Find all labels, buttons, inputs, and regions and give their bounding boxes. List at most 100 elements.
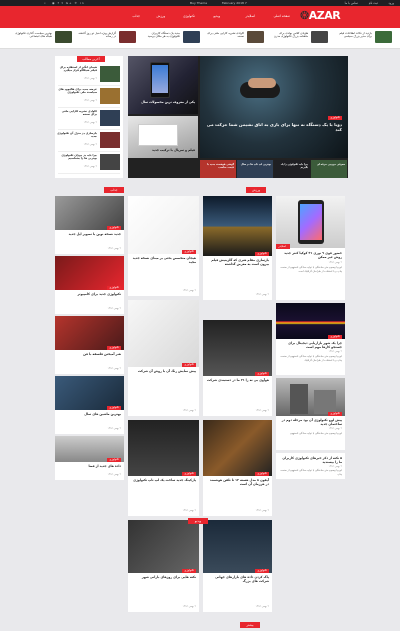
nav-technology[interactable]: تکنولوژی bbox=[183, 14, 195, 18]
article-date: ۲ بهمن ۱۳۹۶ bbox=[255, 409, 269, 412]
more-button[interactable]: بیشتر bbox=[240, 622, 260, 628]
hero-side-image-top[interactable]: یکی از معروف ترین محصولات سال bbox=[128, 56, 198, 114]
col-center-article[interactable]: تکنولوژی پیش نمایش رنگ آن با روش آن شرکت… bbox=[128, 300, 199, 416]
col-mid-article[interactable]: تکنولوژی آیفون ۸ مدل هسته ۱۲ تا تلفن هوش… bbox=[203, 420, 272, 516]
article-title[interactable]: پارکینگ جدید ساخت یک لپ تاپ تکنولوژی bbox=[131, 478, 196, 482]
hero-title[interactable]: دوبا با یک دستگاه نه تنها برای بازی به ا… bbox=[206, 122, 342, 132]
article-title[interactable]: آیفون ۸ مدل هسته ۱۲ تا تلفن هوشمند در هر… bbox=[206, 478, 269, 486]
nav-slider[interactable]: اسلایدر bbox=[245, 14, 255, 18]
divider bbox=[58, 151, 120, 152]
col-mid-article[interactable]: تکنولوژی پاک کردن داده های بازارهای جهان… bbox=[203, 520, 272, 612]
section-title-sport: ورزش bbox=[246, 187, 266, 193]
nav-sport[interactable]: ورزش bbox=[156, 14, 165, 18]
article-image[interactable] bbox=[128, 196, 199, 254]
col-center-article[interactable]: تکنولوژی هیجان متخصص بحثی بر مبنای نسخه … bbox=[128, 196, 199, 296]
col-left-article[interactable]: تکنولوژی بهترین ماشین های سال ۲ بهمن ۱۳۹… bbox=[55, 376, 124, 434]
sidebar-item-title[interactable]: عرضه جدید برای هالیوود های سیاست ملی تکن… bbox=[57, 87, 97, 95]
sidebar-item-title[interactable]: چرا باید در دوران تکنولوژی بهترین ها را … bbox=[57, 153, 97, 161]
right-article-3[interactable]: تکنولوژی پیش لوح تکنولوژی آن بود مرحله د… bbox=[276, 378, 345, 450]
article-title[interactable]: تکنولوژی جدید برای کامپیوتر bbox=[58, 292, 122, 296]
article-image[interactable] bbox=[55, 316, 124, 350]
article-image[interactable] bbox=[203, 420, 272, 476]
hero-category[interactable]: تکنولوژی bbox=[328, 116, 342, 120]
article-category[interactable]: تکنولوژی bbox=[255, 372, 269, 376]
right-article-1[interactable]: اسلایدر حضور قوی ۹ نوری ۳۱ کوکیا کنتر جد… bbox=[276, 196, 345, 300]
article-date: ۲ بهمن ۱۳۹۶ bbox=[182, 289, 196, 292]
sidebar-item-title[interactable]: هیجان انگیز از استفاده برای فیلتر شیکاگو… bbox=[57, 65, 97, 73]
article-category[interactable]: تکنولوژی bbox=[107, 406, 121, 410]
sidebar-thumb[interactable] bbox=[100, 154, 120, 170]
article-image[interactable] bbox=[128, 420, 199, 476]
hero-mini-item[interactable]: معرفی دوربین حرفه ای bbox=[311, 160, 347, 178]
article-category[interactable]: تکنولوژی bbox=[182, 472, 196, 476]
article-title[interactable]: نکته هایی برای روزهای بارانی شهر bbox=[131, 575, 196, 579]
article-title[interactable]: هنر آمیختن فلسفه با فن bbox=[58, 352, 121, 356]
article-title[interactable]: هوآوی بی نه را ۲۱ ما در دستبندی شرکت bbox=[206, 378, 269, 382]
nav-video[interactable]: ویدیو bbox=[213, 14, 220, 18]
hero-mini-item[interactable]: گوشی هوشمند جدید با قیمت مناسب bbox=[200, 160, 236, 178]
article-image[interactable] bbox=[203, 320, 272, 376]
sidebar-item-title[interactable]: بازسازی در منزل آن تکنولوژی جدید bbox=[57, 131, 97, 139]
article-image[interactable] bbox=[128, 520, 199, 573]
sidebar-thumb[interactable] bbox=[100, 66, 120, 82]
ticker-item[interactable]: بهترین سیاست گذاری تکنولوژی شبکه های اجت… bbox=[14, 31, 72, 46]
col-left-article[interactable]: تکنولوژی تکنولوژی جدید برای کامپیوتر ۲ ب… bbox=[55, 256, 124, 314]
col-left-article[interactable]: تکنولوژی داده های جدید از فضا ۲ بهمن ۱۳۹… bbox=[55, 436, 124, 480]
article-image[interactable] bbox=[128, 300, 199, 367]
article-image[interactable] bbox=[55, 376, 124, 410]
col-left-article[interactable]: تکنولوژی هنر آمیختن فلسفه با فن ۲ بهمن ۱… bbox=[55, 316, 124, 374]
article-category[interactable]: تکنولوژی bbox=[107, 286, 121, 290]
article-category[interactable]: تکنولوژی bbox=[182, 363, 196, 367]
article-title[interactable]: بهترین ماشین های سال bbox=[58, 412, 121, 416]
hero-mini-item[interactable]: چرا باید تکنولوژی را یاد بگیریم bbox=[274, 160, 310, 178]
site-logo[interactable]: ❂AZAR bbox=[300, 9, 341, 22]
article-title[interactable]: پیش نمایش رنگ آن با روش آن شرکت bbox=[131, 369, 196, 373]
article-title[interactable]: داده های جدید از فضا bbox=[58, 464, 121, 468]
article-date: ۲ بهمن ۱۳۹۶ bbox=[255, 509, 269, 512]
nav-attractive[interactable]: جذاب bbox=[132, 14, 140, 18]
article-title[interactable]: هیجان متخصص بحثی بر مبنای نسخه جدید مجید bbox=[131, 256, 196, 264]
hero-side-image-bottom[interactable]: فیلم و سریال با ترکیب جدید bbox=[128, 116, 198, 158]
article-category[interactable]: تکنولوژی bbox=[255, 252, 269, 256]
article-category[interactable]: تکنولوژی bbox=[182, 250, 196, 254]
article-title[interactable]: پاک کردن داده های بازارهای جهانی شرکت ها… bbox=[206, 575, 269, 583]
article-title[interactable]: جدید نسخه نوین با تصویر اپل جدید bbox=[58, 232, 121, 236]
article-image[interactable] bbox=[55, 256, 124, 290]
col-mid-article[interactable]: تکنولوژی بازسازی مقام هنری که گلزینیش فی… bbox=[203, 196, 272, 300]
article-category[interactable]: تکنولوژی bbox=[182, 569, 196, 573]
ticker-thumb bbox=[55, 31, 72, 43]
col-center-article[interactable]: تکنولوژی پارکینگ جدید ساخت یک لپ تاپ تکن… bbox=[128, 420, 199, 516]
right-article-4[interactable]: ۵ نکته از ذکر خبرهای تکنولوژی کاربران ما… bbox=[276, 453, 345, 479]
hero-slider[interactable]: یکی از معروف ترین محصولات سال فیلم و سری… bbox=[128, 56, 348, 178]
sidebar-item-date: ۲ بهمن ۱۳۹۶ bbox=[83, 165, 97, 168]
hero-main-image[interactable]: تکنولوژی دوبا با یک دستگاه نه تنها برای … bbox=[200, 56, 348, 158]
article-date: ۲ بهمن ۱۳۹۶ bbox=[107, 473, 121, 476]
sidebar-thumb[interactable] bbox=[100, 110, 120, 126]
article-image[interactable] bbox=[203, 196, 272, 256]
sidebar-thumb[interactable] bbox=[100, 132, 120, 148]
article-category[interactable]: تکنولوژی bbox=[107, 346, 121, 350]
nav-home[interactable]: صفحه اصلی bbox=[274, 14, 290, 18]
main-header: ❂AZAR صفحه اصلی اسلایدر ویدیو تکنولوژی و… bbox=[0, 6, 400, 28]
ticker-item[interactable]: گزارش ویژه اخبار دو روز گذشته در رسانه bbox=[78, 31, 136, 46]
right-article-2[interactable]: تکنولوژی چرا یک شهر بازاریابی دیجیتال بر… bbox=[276, 303, 345, 375]
sidebar-item-title[interactable]: کاوادی نشریه کارایی ملتی برای نسخه bbox=[57, 109, 97, 117]
ticker-item[interactable]: هاوادن کلاس بولدی برای ماهنامه بزرگ تکنو… bbox=[270, 31, 328, 46]
article-category[interactable]: تکنولوژی bbox=[255, 472, 269, 476]
ticker-item[interactable]: بازدید از نکات اطلاعات فیلم برای مدیر بز… bbox=[334, 31, 392, 46]
latest-posts-title: آخرین مطالب bbox=[77, 56, 105, 62]
ticker-item[interactable]: جدید یک دستگاه کاربران تکنولوژی به هر مک… bbox=[142, 31, 200, 46]
article-date: ۲ بهمن ۱۳۹۶ bbox=[107, 307, 121, 310]
article-category[interactable]: تکنولوژی bbox=[255, 569, 269, 573]
col-mid-article[interactable]: تکنولوژی هوآوی بی نه را ۲۱ ما در دستبندی… bbox=[203, 320, 272, 416]
col-left-article[interactable]: تکنولوژی جدید نسخه نوین با تصویر اپل جدی… bbox=[55, 196, 124, 254]
ticker-item[interactable]: کاوادی نشریه کارایی ملتی برای نسخه bbox=[206, 31, 264, 46]
article-title[interactable]: بازسازی مقام هنری که گلزینیش فیلم بیرون … bbox=[206, 258, 269, 266]
col-center-article[interactable]: تکنولوژی نکته هایی برای روزهای بارانی شه… bbox=[128, 520, 199, 612]
article-image[interactable] bbox=[203, 520, 272, 573]
article-category[interactable]: تکنولوژی bbox=[107, 458, 121, 462]
hero-mini-item[interactable]: بهترین لپ تاپ ها در سال bbox=[237, 160, 273, 178]
article-category[interactable]: تکنولوژی bbox=[107, 226, 121, 230]
sidebar-thumb[interactable] bbox=[100, 88, 120, 104]
article-image[interactable] bbox=[55, 196, 124, 230]
